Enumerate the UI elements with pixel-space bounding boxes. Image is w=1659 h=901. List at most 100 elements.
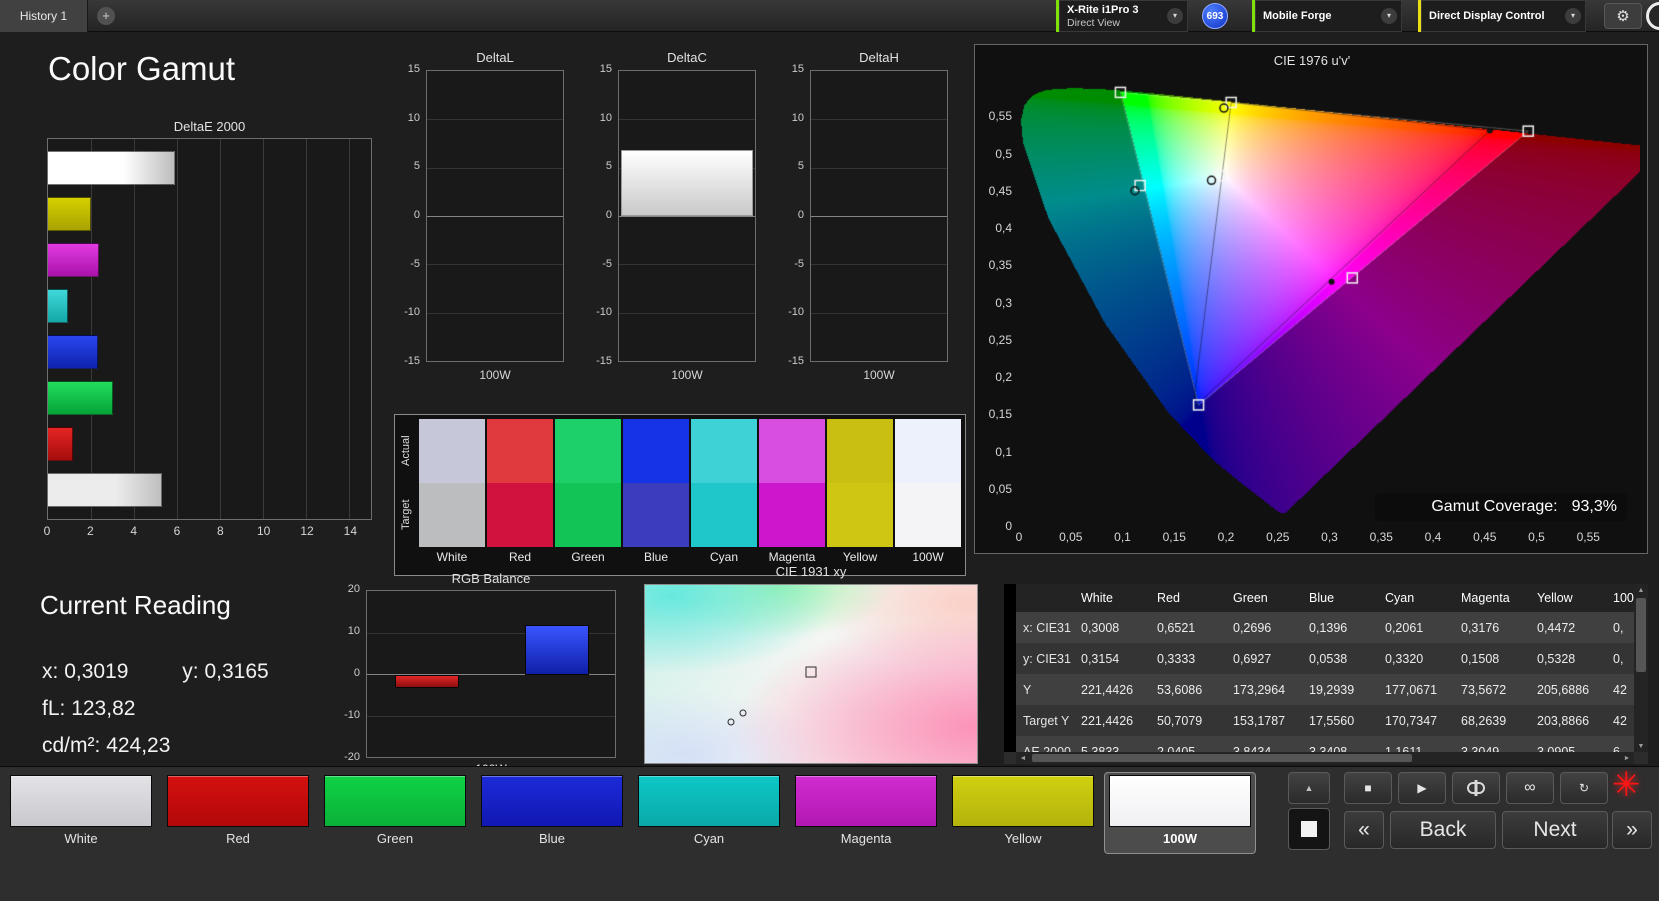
gridline xyxy=(427,216,563,217)
next-button[interactable]: Next xyxy=(1502,811,1608,849)
back-chevron-button[interactable]: « xyxy=(1344,811,1384,849)
pattern-tile-label: 100W xyxy=(1105,831,1255,846)
reference-point-marker xyxy=(739,710,746,717)
page-title: Color Gamut xyxy=(48,50,235,88)
axis-tick-label: 0,05 xyxy=(975,482,1015,496)
pattern-tile-cyan[interactable]: Cyan xyxy=(634,773,784,853)
table-cell: 42 xyxy=(1606,674,1634,705)
next-chevron-button[interactable]: » xyxy=(1612,811,1652,849)
scroll-right-arrow[interactable]: ► xyxy=(1620,752,1634,764)
panel-expand-button[interactable]: ▲ xyxy=(1288,772,1330,804)
busy-indicator-icon: ✳ xyxy=(1612,765,1641,805)
table-cell: 0,5328 xyxy=(1530,643,1606,674)
swatch-label: White xyxy=(419,547,485,567)
x-label: x: xyxy=(42,660,58,683)
pattern-tile-blue[interactable]: Blue xyxy=(477,773,627,853)
table-header-row: WhiteRedGreenBlueCyanMagentaYellow100W xyxy=(1016,584,1634,612)
rgb-bar-blue xyxy=(525,625,589,675)
table-cell: 50,7079 xyxy=(1150,705,1226,736)
refresh-button[interactable]: ↻ xyxy=(1560,772,1608,804)
swatch-column-green: Green xyxy=(555,419,621,567)
color-patch xyxy=(795,775,937,827)
gridline xyxy=(811,168,947,169)
continuous-read-button[interactable]: ∞ xyxy=(1506,772,1554,804)
gridline xyxy=(619,119,755,120)
axis-tick-label: -10 xyxy=(588,306,612,318)
gridline xyxy=(619,313,755,314)
pattern-tile-green[interactable]: Green xyxy=(320,773,470,853)
target-swatch xyxy=(827,483,893,547)
swatch-column-blue: Blue xyxy=(623,419,689,567)
chevron-down-icon: ▾ xyxy=(1381,8,1397,24)
add-tab-button[interactable]: + xyxy=(97,7,115,25)
row-label: Y xyxy=(1016,674,1074,705)
delta-chart-deltac: DeltaC151050-5-10-15100W xyxy=(590,48,756,388)
table-cell: 177,0671 xyxy=(1378,674,1454,705)
pattern-tile-label: White xyxy=(6,831,156,846)
axis-tick-labels: 151050-5-10-15 xyxy=(782,70,806,362)
pattern-tile-yellow[interactable]: Yellow xyxy=(948,773,1098,853)
axis-tick-label: 0 xyxy=(396,209,420,221)
pattern-tile-red[interactable]: Red xyxy=(163,773,313,853)
column-header: Green xyxy=(1226,584,1302,612)
settings-button[interactable]: ⚙ xyxy=(1604,3,1642,29)
source-name: Mobile Forge xyxy=(1263,10,1331,23)
axis-tick-label: 20 xyxy=(326,583,360,595)
scroll-left-arrow[interactable]: ◄ xyxy=(1016,752,1030,764)
tab-history-1[interactable]: History 1 xyxy=(0,0,88,32)
rgb-balance-plot xyxy=(366,590,616,758)
table-cell: 17,5560 xyxy=(1302,705,1378,736)
cie1976-panel: CIE 1976 u'v' 0,550,50,450,40,350,30,250… xyxy=(974,44,1648,554)
single-read-button[interactable] xyxy=(1452,772,1500,804)
column-header: Red xyxy=(1150,584,1226,612)
actual-swatch xyxy=(895,419,961,483)
table-cell: 0,0538 xyxy=(1302,643,1378,674)
column-header: Magenta xyxy=(1454,584,1530,612)
pattern-tile-magenta[interactable]: Magenta xyxy=(791,773,941,853)
table-cell: 0, xyxy=(1606,612,1634,643)
stop-button[interactable]: ■ xyxy=(1344,772,1392,804)
swatch-column-white: White xyxy=(419,419,485,567)
pattern-tile-white[interactable]: White xyxy=(6,773,156,853)
table-vertical-scrollbar[interactable]: ▲ ▼ xyxy=(1634,584,1648,752)
axis-tick-label: 0,05 xyxy=(1059,530,1082,544)
display-control-dropdown[interactable]: Direct Display Control ▾ xyxy=(1418,0,1586,32)
horizontal-scrollbar-thumb[interactable] xyxy=(1032,754,1412,762)
y-value: 0,3165 xyxy=(204,660,268,683)
back-button[interactable]: Back xyxy=(1390,811,1496,849)
axis-tick-label: 0,1 xyxy=(975,445,1015,459)
table-horizontal-scrollbar[interactable]: ◄ ► xyxy=(1016,752,1634,764)
target-swatch xyxy=(555,483,621,547)
actual-swatch xyxy=(691,419,757,483)
scroll-up-arrow[interactable]: ▲ xyxy=(1634,584,1648,596)
delta-chart-deltah: DeltaH151050-5-10-15100W xyxy=(782,48,948,388)
stop-icon: ■ xyxy=(1364,781,1371,795)
chart-title-cie1931: CIE 1931 xy xyxy=(644,564,978,579)
column-header: White xyxy=(1074,584,1150,612)
table-cell: 0,3008 xyxy=(1074,612,1150,643)
cie1976-x-axis: 00,050,10,150,20,250,30,350,40,450,50,55 xyxy=(1019,530,1640,546)
table-cell: 6 xyxy=(1606,736,1634,752)
table-cell: 2,0405 xyxy=(1150,736,1226,752)
plot-area xyxy=(618,70,756,362)
cie1976-diagram xyxy=(1019,79,1640,526)
table-cell: 173,2964 xyxy=(1226,674,1302,705)
swatch-column-magenta: Magenta xyxy=(759,419,825,567)
axis-tick-label: -15 xyxy=(588,355,612,367)
play-button[interactable]: ▶ xyxy=(1398,772,1446,804)
table-cell: 0,1396 xyxy=(1302,612,1378,643)
pattern-tile-100w[interactable]: 100W xyxy=(1105,773,1255,853)
deltae-bar-magenta xyxy=(48,243,99,277)
actual-swatch xyxy=(487,419,553,483)
play-icon: ▶ xyxy=(1417,781,1426,795)
gridline xyxy=(619,216,755,217)
chart-title-deltae2000: DeltaE 2000 xyxy=(47,119,372,134)
scroll-down-arrow[interactable]: ▼ xyxy=(1634,740,1648,752)
meter-selector-dropdown[interactable]: X-Rite i1Pro 3 Direct View ▾ xyxy=(1056,0,1188,32)
target-swatch xyxy=(487,483,553,547)
pattern-window-button[interactable] xyxy=(1288,808,1330,850)
deltae-bar-white xyxy=(48,151,175,185)
vertical-scrollbar-thumb[interactable] xyxy=(1636,598,1646,672)
swatch-column-red: Red xyxy=(487,419,553,567)
source-selector-dropdown[interactable]: Mobile Forge ▾ xyxy=(1252,0,1402,32)
